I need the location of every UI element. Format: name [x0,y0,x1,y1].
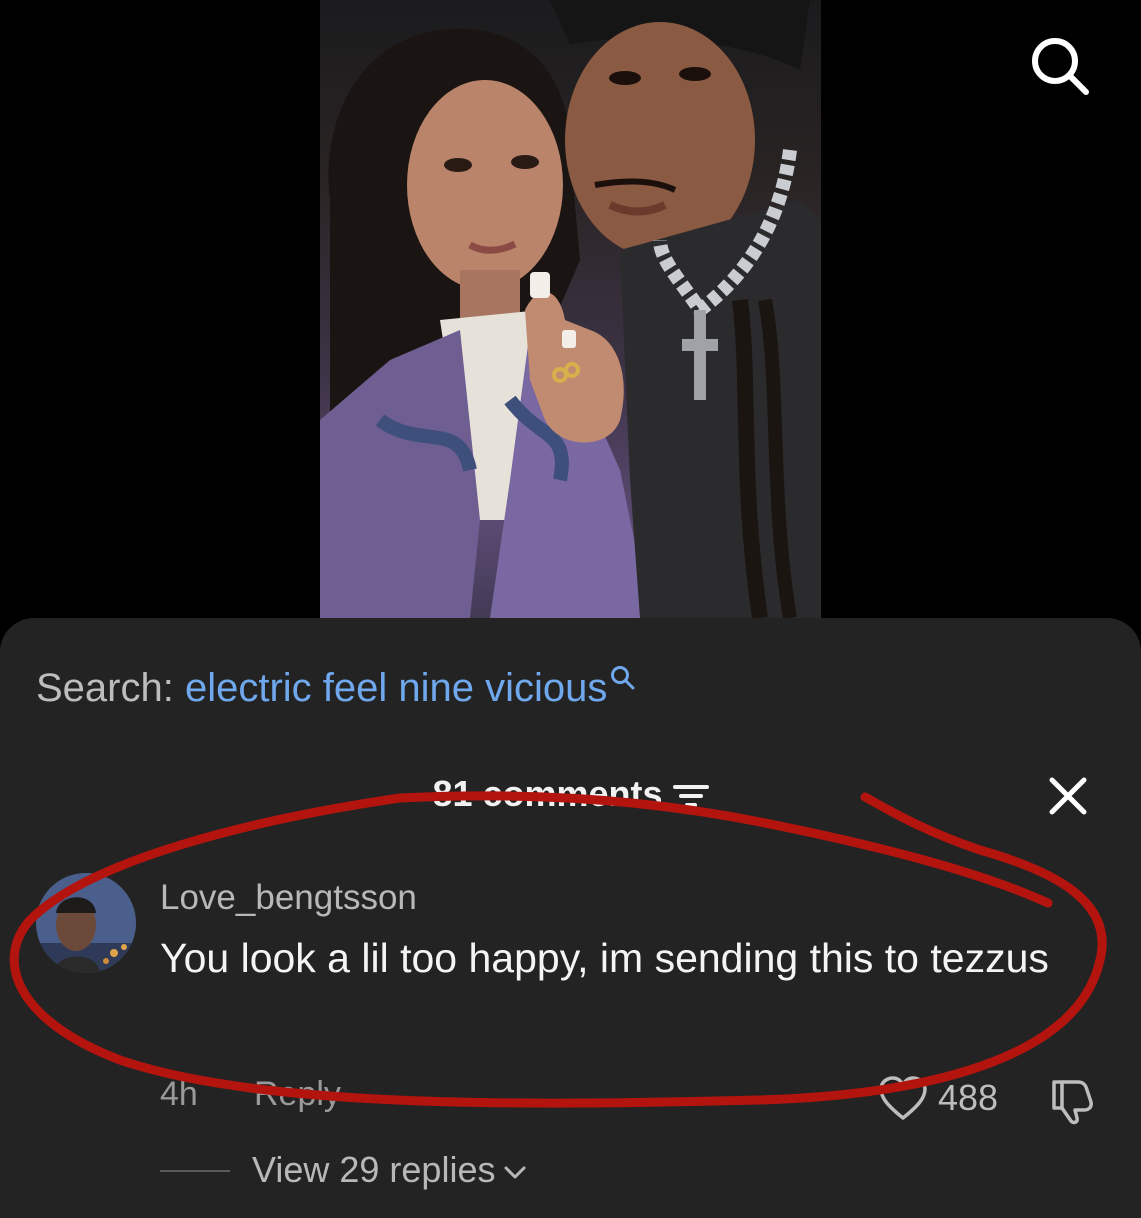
search-icon[interactable] [1030,36,1090,96]
dislike-icon[interactable] [1046,1074,1098,1126]
like-count: 488 [938,1077,999,1118]
chevron-down-icon [504,1166,526,1179]
replies-divider [160,1170,230,1172]
view-replies-text: View 29 replies [252,1149,496,1190]
search-suggestion[interactable]: Search: electric feel nine vicious [36,664,637,712]
comment-timestamp: 4h [160,1075,198,1113]
comments-header: 81 comments [0,770,1141,818]
comments-count: 81 comments [432,773,663,814]
close-icon[interactable] [1044,772,1092,820]
avatar-image [36,873,136,973]
search-label: Search: [36,666,174,710]
comment-text: You look a lil too happy, im sending thi… [160,935,1049,981]
video-player[interactable] [0,0,1141,640]
video-thumbnail[interactable] [320,0,821,618]
heart-icon[interactable] [878,1076,928,1122]
filter-icon[interactable] [672,781,709,811]
search-query-link[interactable]: electric feel nine vicious [185,666,607,710]
search-icon [611,666,635,690]
reply-button[interactable]: Reply [254,1072,341,1116]
avatar[interactable] [36,873,136,973]
video-image [320,0,821,618]
view-replies-label: View 29 replies [252,1148,527,1192]
comment-username[interactable]: Love_bengtsson [160,876,417,920]
